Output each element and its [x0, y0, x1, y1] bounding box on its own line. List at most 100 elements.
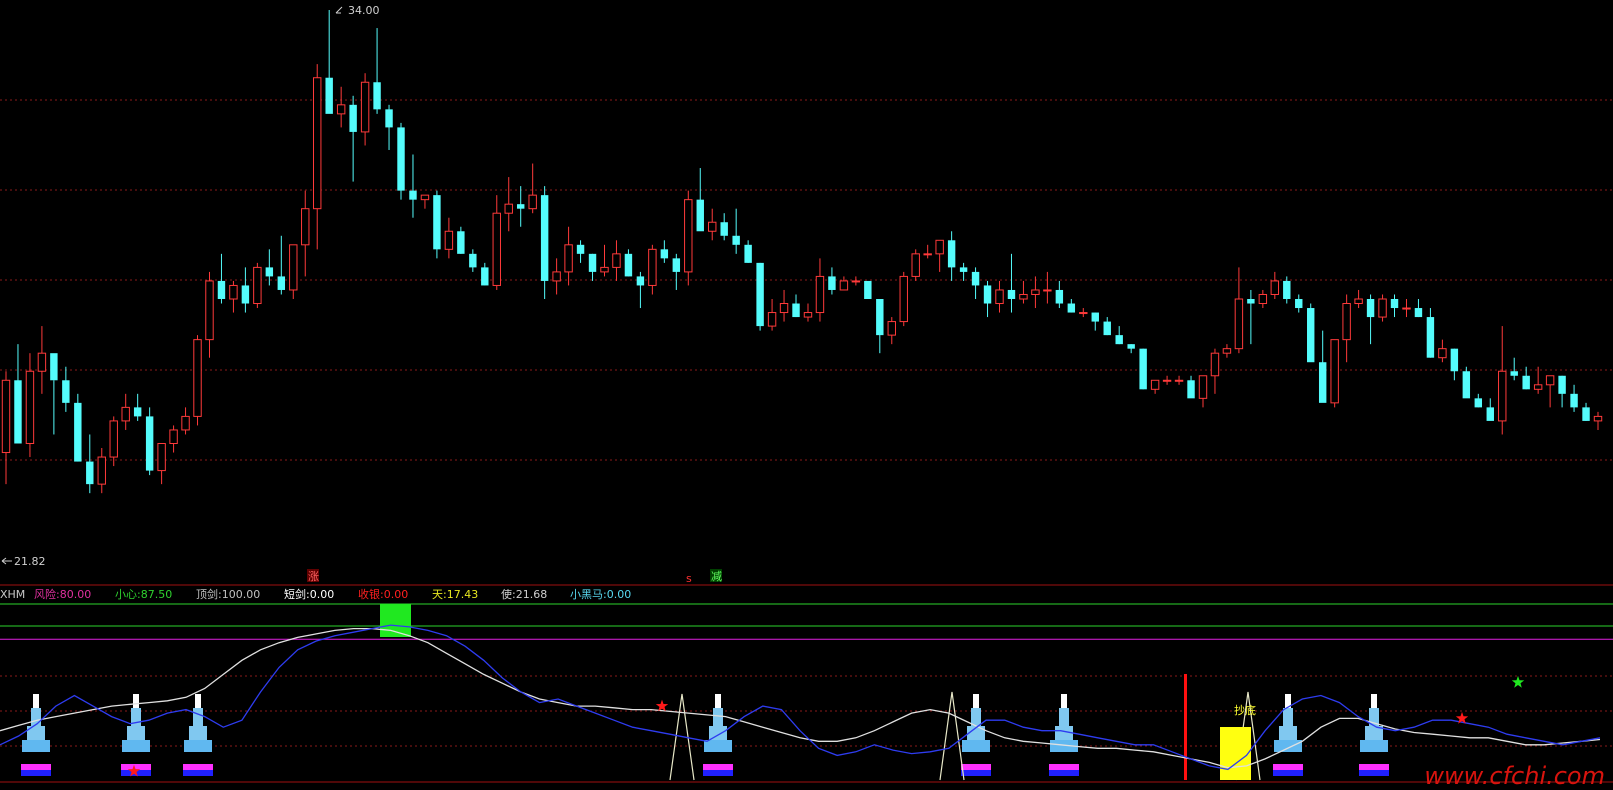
pyramid-mid: [31, 708, 41, 726]
candle-body: [696, 199, 704, 232]
candle: [851, 276, 861, 286]
candle: [373, 28, 381, 114]
pyramid-blue: [21, 770, 51, 776]
candle: [25, 353, 35, 458]
candle-body: [1234, 298, 1244, 350]
candle: [1582, 402, 1590, 421]
signal-tags: 涨 s 减: [307, 569, 722, 585]
candle-body: [1450, 348, 1459, 372]
candle-body: [672, 258, 681, 272]
candle: [481, 262, 489, 286]
candle-body: [1378, 298, 1387, 318]
pyramid-mid: [1283, 708, 1293, 726]
pyramid-tip: [133, 694, 139, 708]
candle: [983, 280, 992, 318]
candle: [1091, 312, 1099, 331]
pyramid-magenta: [961, 764, 991, 770]
candle-body: [62, 380, 70, 403]
candle: [887, 317, 896, 345]
pyramid-mid: [971, 708, 981, 726]
pyramid-tip: [973, 694, 979, 708]
candle-body: [313, 77, 322, 210]
candle-body: [516, 204, 525, 209]
candle-body: [181, 415, 190, 431]
stock-chart: 34.00 21.82 涨 s 减 XHM 风险:80.00 小心:87.50 顶剑…: [0, 0, 1613, 790]
rise-tag: 涨: [308, 570, 319, 583]
candle-body: [779, 303, 789, 314]
pyramid-tip: [1061, 694, 1067, 708]
candle-body: [864, 280, 872, 299]
candle: [14, 344, 22, 444]
candle: [1510, 357, 1518, 381]
candle-body: [612, 253, 621, 268]
candle: [444, 217, 454, 259]
candle-body: [648, 248, 657, 286]
pyramid-mid: [713, 708, 723, 726]
candle-body: [792, 303, 800, 318]
pyramid-magenta: [183, 764, 213, 770]
candle-body: [1438, 348, 1447, 359]
candlestick-series: [1, 10, 1603, 494]
pyramid-foot: [22, 740, 50, 752]
candle-body: [552, 271, 561, 282]
candle-body: [624, 253, 633, 277]
legend-item: 短剑:0.00: [284, 587, 334, 601]
candle: [971, 267, 980, 299]
pyramid-blue: [703, 770, 733, 776]
candle-body: [457, 231, 465, 254]
candle-body: [1593, 415, 1603, 422]
pyramid-marker: [1049, 694, 1079, 776]
candle-body: [911, 253, 920, 277]
pyramid-foot: [122, 740, 150, 752]
candle: [540, 186, 549, 299]
candle: [336, 86, 346, 128]
candle: [1486, 398, 1494, 421]
pyramid-magenta: [121, 764, 151, 770]
candle: [397, 122, 405, 200]
candle-body: [1318, 362, 1327, 403]
candle: [624, 249, 633, 277]
candle-body: [588, 253, 597, 272]
legend-item: 风险:80.00: [34, 587, 91, 601]
candle: [121, 393, 130, 430]
candle-body: [277, 276, 286, 290]
candle: [1318, 330, 1327, 403]
candle-body: [504, 203, 513, 214]
candle: [588, 253, 597, 281]
candle: [133, 393, 142, 421]
legend-item: 顶剑:100.00: [196, 587, 260, 601]
candle-body: [469, 253, 477, 268]
candle-body: [1031, 289, 1040, 295]
candle: [504, 177, 513, 232]
candle-body: [1, 379, 11, 454]
pyramid-magenta: [1359, 764, 1389, 770]
candle: [492, 195, 501, 290]
candle-body: [133, 407, 142, 417]
star-marker: [655, 699, 669, 712]
candle: [409, 154, 417, 218]
pyramid-magenta: [1273, 764, 1303, 770]
legend-item: 使:21.68: [501, 588, 547, 601]
pyramid-marker: [21, 694, 51, 776]
candle: [349, 95, 357, 182]
candle-body: [1426, 317, 1435, 358]
candle: [385, 104, 393, 150]
candle-body: [1174, 379, 1184, 382]
candle-body: [1019, 293, 1028, 300]
candle-body: [336, 104, 346, 115]
candle-body: [289, 244, 298, 291]
legend-item: 收银:0.00: [358, 587, 408, 601]
candle: [1007, 253, 1016, 313]
candle: [552, 258, 561, 295]
pyramid-marker: [121, 694, 151, 776]
candle-body: [971, 271, 980, 286]
candle-body: [947, 240, 956, 268]
low-marker: [1, 557, 12, 565]
candle-body: [1258, 293, 1268, 305]
candle-body: [1498, 370, 1507, 422]
candle: [1426, 308, 1435, 358]
candle: [672, 253, 681, 290]
candle-body: [1055, 289, 1064, 304]
candle: [74, 393, 82, 462]
pyramid-mid: [1059, 708, 1069, 726]
